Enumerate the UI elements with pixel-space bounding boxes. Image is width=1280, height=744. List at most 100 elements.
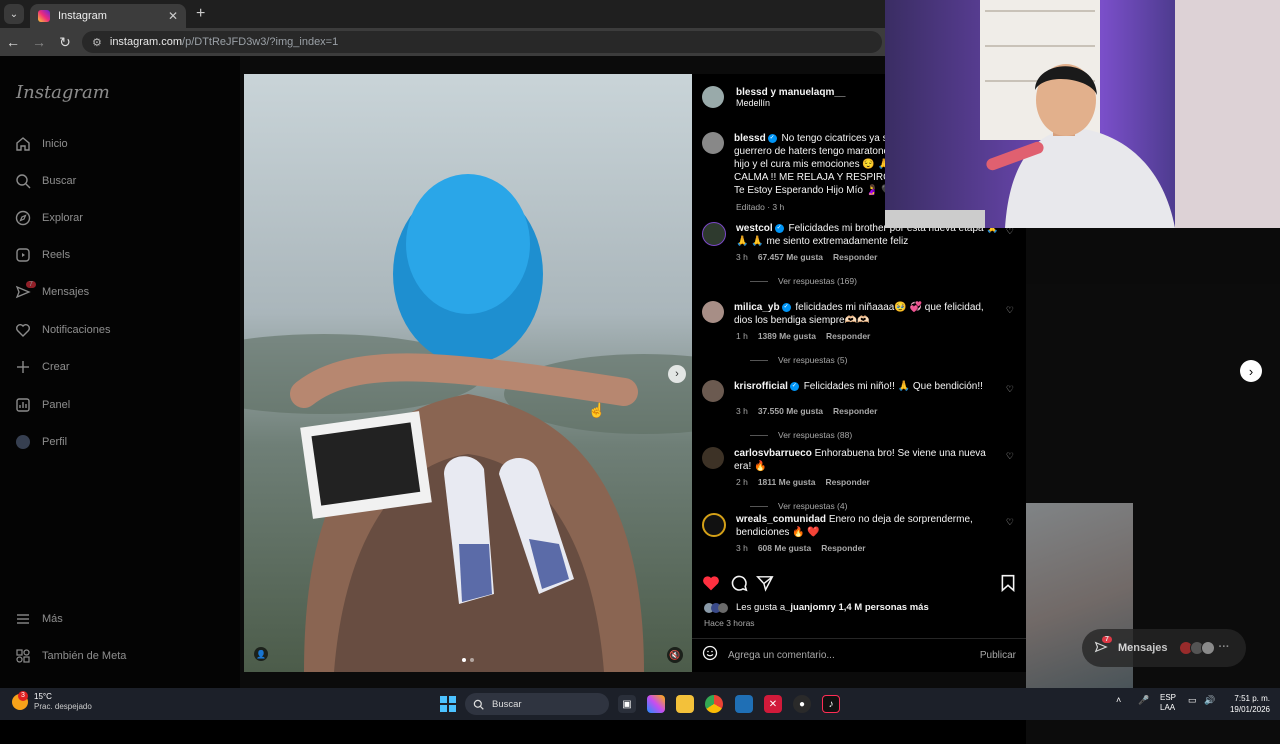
tiktok-icon[interactable]: ♪ xyxy=(822,695,840,713)
comment-likes[interactable]: 1811 Me gusta xyxy=(758,477,816,487)
reply-button[interactable]: Responder xyxy=(825,477,869,487)
comment-avatar[interactable] xyxy=(702,222,726,246)
sidebar-item-perfil[interactable]: Perfil xyxy=(14,429,67,455)
close-tab-icon[interactable]: ✕ xyxy=(168,9,178,23)
sidebar-item-label: Mensajes xyxy=(42,286,90,298)
sidebar-item-meta[interactable]: También de Meta xyxy=(14,643,126,669)
store-icon[interactable] xyxy=(735,695,753,713)
caption-avatar[interactable] xyxy=(702,132,724,154)
like-button[interactable] xyxy=(702,574,720,597)
reply-button[interactable]: Responder xyxy=(833,406,877,416)
comment-user[interactable]: westcol xyxy=(736,223,773,234)
comment-like-icon[interactable]: ♡ xyxy=(1006,517,1014,528)
language-indicator[interactable]: ESP LAA xyxy=(1160,693,1176,713)
tray-overflow-icon[interactable]: ˄ xyxy=(1116,695,1121,705)
send-icon xyxy=(756,576,774,592)
sidebar-item-reels[interactable]: Reels xyxy=(14,242,70,268)
comment-text: krisrofficial ✓ Felicidades mi niño!! 🙏 Q… xyxy=(734,380,1004,402)
comment-like-icon[interactable]: ♡ xyxy=(1006,451,1014,462)
caption-line: CALMA !! ME RELAJA Y RESPIRO !! xyxy=(734,172,900,183)
comment-avatar[interactable] xyxy=(702,380,724,402)
post-location[interactable]: Medellín xyxy=(736,98,846,108)
url-field[interactable]: ⚙ instagram.com/p/DTtReJFD3w3/?img_index… xyxy=(82,31,882,53)
comment-avatar[interactable] xyxy=(702,301,724,323)
comment-likes[interactable]: 1389 Me gusta xyxy=(758,331,816,341)
network-icon[interactable]: ▭ xyxy=(1188,695,1197,706)
comment-avatar[interactable] xyxy=(702,447,724,469)
weather-sun-icon: 3 xyxy=(12,691,28,710)
clock-time: 7:51 p. m. xyxy=(1234,694,1270,703)
reply-button[interactable]: Responder xyxy=(826,331,870,341)
sidebar-item-mensajes[interactable]: 7 Mensajes xyxy=(14,279,89,305)
comment-user[interactable]: carlosvbarrueco xyxy=(734,448,812,459)
back-button[interactable]: ← xyxy=(0,34,26,50)
reload-button[interactable]: ↻ xyxy=(52,34,78,51)
sidebar-item-crear[interactable]: Crear xyxy=(14,354,70,380)
webcam-illustration xyxy=(885,0,1280,228)
comment-likes[interactable]: 608 Me gusta xyxy=(758,543,811,553)
webcam-overlay xyxy=(885,0,1280,228)
caption-user[interactable]: blessd xyxy=(734,133,766,144)
copilot-icon[interactable] xyxy=(647,695,665,713)
next-post-arrow[interactable]: › xyxy=(1240,360,1262,382)
obs-icon[interactable]: ● xyxy=(793,695,811,713)
tagged-users-icon[interactable]: 👤 xyxy=(254,647,268,661)
post-author-avatar[interactable] xyxy=(702,86,724,108)
view-replies-button[interactable]: Ver respuestas (169) xyxy=(750,276,1020,286)
comment-likes[interactable]: 37.550 Me gusta xyxy=(758,406,823,416)
view-replies-button[interactable]: Ver respuestas (5) xyxy=(750,355,1020,365)
sidebar-item-buscar[interactable]: Buscar xyxy=(14,168,76,194)
tab-search-button[interactable]: ⌄ xyxy=(4,4,24,24)
taskbar-search[interactable]: Buscar xyxy=(465,693,609,715)
comment-input[interactable] xyxy=(728,650,980,661)
task-view-icon[interactable]: ▣ xyxy=(618,695,636,713)
comment-like-icon[interactable]: ♡ xyxy=(1006,384,1014,395)
messages-floating-button[interactable]: 7 Mensajes ··· xyxy=(1082,629,1246,667)
comment-avatar[interactable] xyxy=(702,513,726,537)
post-image[interactable] xyxy=(244,74,692,672)
view-replies-button[interactable]: Ver respuestas (88) xyxy=(750,430,1020,440)
site-info-icon[interactable]: ⚙ xyxy=(92,36,102,49)
forward-button[interactable]: → xyxy=(26,34,52,50)
publish-button[interactable]: Publicar xyxy=(980,650,1016,661)
windows-start-icon[interactable] xyxy=(440,696,456,712)
sidebar-item-notificaciones[interactable]: Notificaciones xyxy=(14,317,110,343)
x-app-icon[interactable]: ✕ xyxy=(764,695,782,713)
chrome-icon[interactable] xyxy=(705,695,723,713)
microphone-icon[interactable]: 🎤 xyxy=(1138,695,1149,706)
comment-user[interactable]: wreals_comunidad xyxy=(736,514,826,525)
comment-likes[interactable]: 67.457 Me gusta xyxy=(758,252,823,262)
background-post-thumbnail[interactable] xyxy=(1026,503,1133,708)
instagram-logo[interactable]: Instagram xyxy=(16,82,110,103)
system-clock[interactable]: 7:51 p. m. 19/01/2026 xyxy=(1226,693,1270,715)
sidebar-item-label: También de Meta xyxy=(42,650,127,662)
comment-time: 1 h xyxy=(736,331,748,341)
browser-tab[interactable]: Instagram ✕ xyxy=(30,4,186,28)
share-button[interactable] xyxy=(756,574,774,597)
comment-like-icon[interactable]: ♡ xyxy=(1006,305,1014,316)
likes-user[interactable]: _juanjomr xyxy=(785,602,830,613)
mute-icon[interactable]: 🔇 xyxy=(667,647,683,663)
sidebar-item-explorar[interactable]: Explorar xyxy=(14,205,83,231)
file-explorer-icon[interactable] xyxy=(676,695,694,713)
weather-widget[interactable]: 3 15°C Prac. despejado xyxy=(12,691,92,712)
sidebar-item-panel[interactable]: Panel xyxy=(14,392,70,418)
new-tab-button[interactable]: + xyxy=(196,5,205,23)
volume-icon[interactable]: 🔊 xyxy=(1204,695,1215,706)
view-replies-button[interactable]: Ver respuestas (4) xyxy=(750,501,1020,511)
post-authors[interactable]: blessd y manuelaqm__ xyxy=(736,87,846,98)
sidebar-item-mas[interactable]: Más xyxy=(14,606,63,632)
reply-button[interactable]: Responder xyxy=(833,252,877,262)
comment-button[interactable] xyxy=(730,574,748,597)
mini-avatar xyxy=(1200,641,1215,655)
likes-count[interactable]: y 1,4 M personas más xyxy=(831,602,929,613)
reply-button[interactable]: Responder xyxy=(821,543,865,553)
sidebar-item-inicio[interactable]: Inicio xyxy=(14,131,68,157)
image-next-arrow[interactable]: › xyxy=(668,365,686,383)
comment-user[interactable]: krisrofficial xyxy=(734,381,788,392)
save-button[interactable] xyxy=(1000,574,1016,597)
comment-user[interactable]: milica_yb xyxy=(734,302,780,313)
comment-icon xyxy=(731,575,748,592)
post-photo-illustration xyxy=(244,174,692,672)
emoji-button[interactable] xyxy=(702,645,718,666)
